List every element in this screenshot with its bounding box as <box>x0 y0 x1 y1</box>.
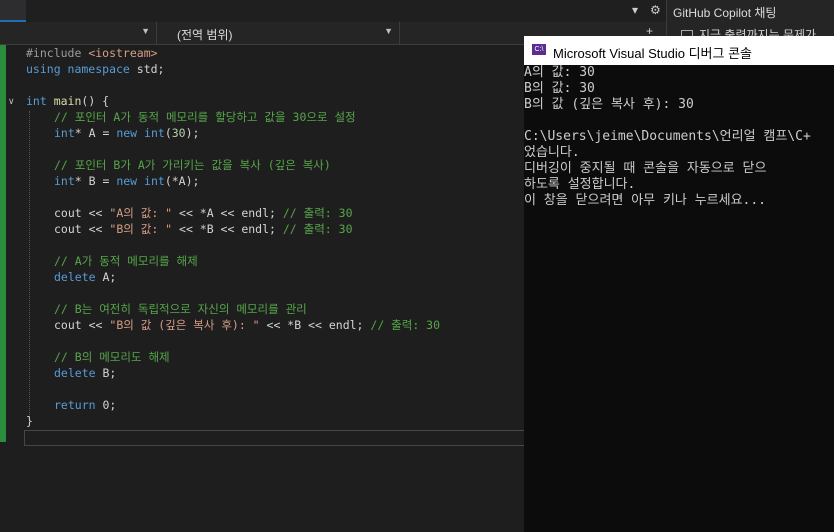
code-line: cout << "B의 값 (깊은 복사 후): " << *B << endl… <box>54 318 441 332</box>
code-line: #include <iostream> <box>26 46 158 60</box>
console-line: 었습니다. <box>524 145 580 160</box>
console-line: C:\Users\jeime\Documents\언리얼 캠프\C+ <box>524 129 811 144</box>
code-line: } <box>26 414 33 428</box>
code-line: // B의 메모리도 해제 <box>54 350 170 364</box>
code-line: // 포인터 B가 A가 가리키는 값을 복사 (깊은 복사) <box>54 158 331 172</box>
chevron-down-icon: ▼ <box>384 26 393 36</box>
console-line: A의 값: 30 <box>524 65 595 80</box>
change-indicator <box>0 45 6 442</box>
code-line: cout << "A의 값: " << *A << endl; // 출력: 3… <box>54 206 353 220</box>
copilot-chat-panel: GitHub Copilot 채팅 지금 출력까지는 문제가 <box>666 0 834 42</box>
document-tab-strip: ▾ ⚙ <box>0 0 666 23</box>
code-line: int main() { <box>26 94 110 108</box>
copilot-title: GitHub Copilot 채팅 <box>673 6 777 20</box>
code-line: delete A; <box>54 270 117 284</box>
active-document-tab[interactable] <box>0 0 26 22</box>
console-title-bar[interactable]: C:\ Microsoft Visual Studio 디버그 콘솔 <box>524 36 834 65</box>
scope-label: (전역 범위) <box>177 28 233 42</box>
code-line: // A가 동적 메모리를 해제 <box>54 254 198 268</box>
scope-dropdown[interactable]: (전역 범위) ▼ <box>157 22 400 44</box>
console-line: 이 창을 닫으려면 아무 키나 누르세요... <box>524 193 767 208</box>
tab-list-dropdown-icon[interactable]: ▾ <box>632 3 638 17</box>
current-line-highlight <box>24 430 526 446</box>
console-line: 디버깅이 중지될 때 콘솔을 자동으로 닫으 <box>524 161 767 176</box>
code-line: // 포인터 A가 동적 메모리를 할당하고 값을 30으로 설정 <box>54 110 356 124</box>
console-line: B의 값: 30 <box>524 81 595 96</box>
console-line: 하도록 설정합니다. <box>524 177 636 192</box>
gear-icon[interactable]: ⚙ <box>650 3 661 17</box>
console-line: B의 값 (깊은 복사 후): 30 <box>524 97 694 112</box>
code-line: // B는 여전히 독립적으로 자신의 메모리를 관리 <box>54 302 307 316</box>
code-line: delete B; <box>54 366 117 380</box>
code-line: int* B = new int(*A); <box>54 174 200 188</box>
chevron-down-icon: ▼ <box>141 26 150 36</box>
code-line: return 0; <box>54 398 117 412</box>
code-line: int* A = new int(30); <box>54 126 200 140</box>
code-line: cout << "B의 값: " << *B << endl; // 출력: 3… <box>54 222 353 236</box>
code-line: using namespace std; <box>26 62 165 76</box>
indent-guide <box>29 111 31 423</box>
project-dropdown[interactable]: ▼ <box>0 22 157 44</box>
console-title: Microsoft Visual Studio 디버그 콘솔 <box>553 46 753 61</box>
console-app-icon: C:\ <box>532 44 546 55</box>
code-editor[interactable]: ∨ #include <iostream> using namespace st… <box>0 45 526 532</box>
fold-toggle-icon[interactable]: ∨ <box>8 96 15 107</box>
debug-console-window[interactable]: C:\ Microsoft Visual Studio 디버그 콘솔 A의 값:… <box>524 36 834 532</box>
